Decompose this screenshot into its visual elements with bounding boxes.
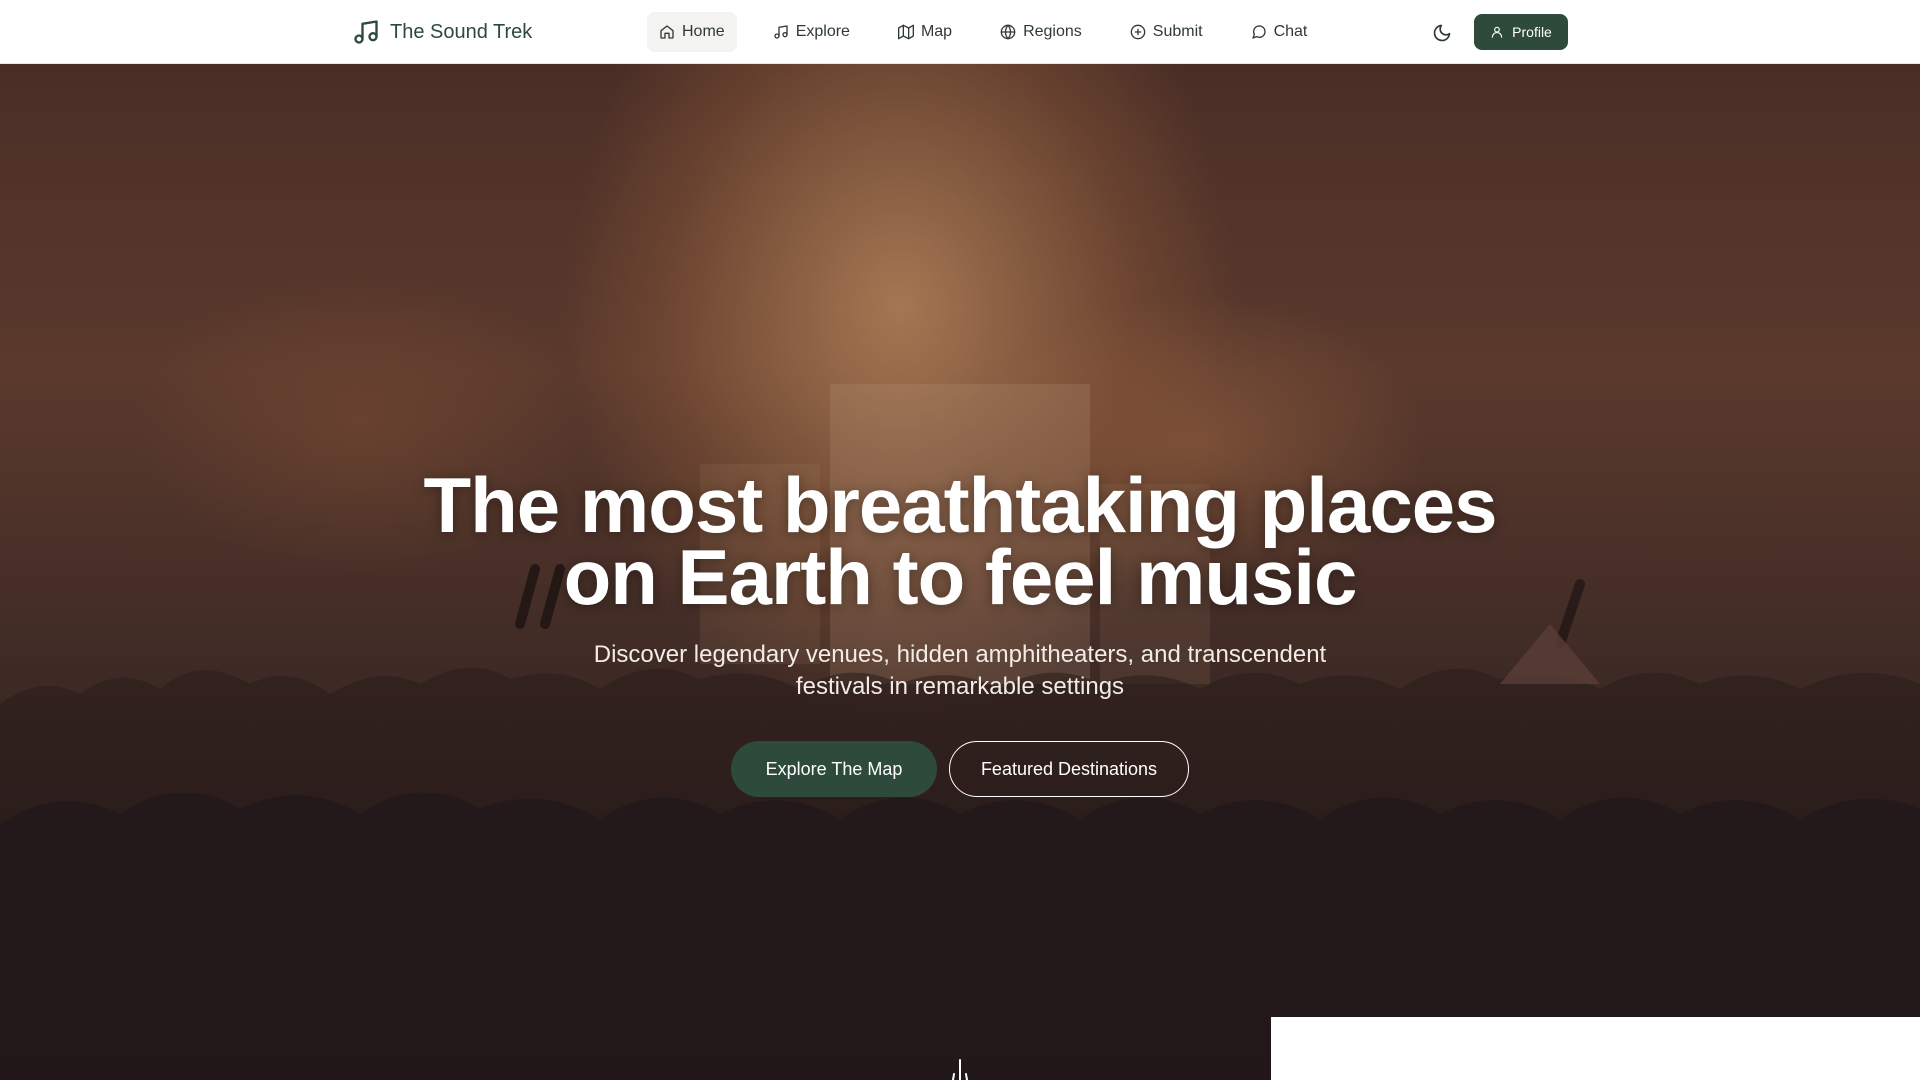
map-icon	[897, 24, 914, 40]
plus-circle-icon	[1130, 24, 1146, 40]
nav-item-label: Regions	[1023, 23, 1082, 40]
brand-name: The Sound Trek	[390, 20, 533, 43]
nav-item-label: Map	[920, 23, 953, 40]
hero-content: The most breathtaking places on Earth to…	[0, 461, 1920, 797]
hero-cta-row: Explore The Map Featured Destinations	[0, 741, 1920, 797]
music-note-icon	[354, 20, 378, 44]
profile-label: Profile	[1512, 24, 1552, 40]
hero-headline: The most breathtaking places on Earth to…	[0, 461, 1920, 621]
nav-item-explore[interactable]: Explore	[761, 12, 862, 52]
nav-links: Home Explore Map Regions Submit Chat	[647, 12, 1319, 52]
profile-button[interactable]: Profile	[1474, 14, 1568, 50]
user-icon	[1491, 26, 1503, 38]
chat-bubble-icon	[1251, 25, 1266, 39]
nav-item-chat[interactable]: Chat	[1239, 12, 1320, 52]
nav-item-map[interactable]: Map	[886, 12, 964, 52]
nav-item-regions[interactable]: Regions	[988, 12, 1094, 52]
moon-icon	[1433, 24, 1451, 42]
nav-item-label: Submit	[1152, 23, 1203, 40]
nav-item-label: Explore	[795, 23, 850, 40]
hero-section: The most breathtaking places on Earth to…	[0, 64, 1920, 1080]
nav-item-label: Home	[682, 23, 725, 40]
scroll-down-icon[interactable]	[951, 1058, 969, 1080]
hero-headline-line-1: The most breathtaking places	[423, 461, 1498, 549]
globe-icon	[1000, 24, 1016, 40]
music-note-icon	[774, 25, 788, 39]
nav-item-submit[interactable]: Submit	[1118, 12, 1215, 52]
nav-item-label: Chat	[1273, 23, 1308, 40]
featured-destinations-button[interactable]: Featured Destinations	[949, 741, 1189, 797]
content-panel-edge	[1271, 1017, 1920, 1080]
hero-subline: Discover legendary venues, hidden amphit…	[593, 641, 1327, 700]
home-icon	[660, 25, 674, 39]
brand-logo[interactable]: The Sound Trek	[352, 18, 532, 46]
explore-map-button[interactable]: Explore The Map	[731, 741, 937, 797]
hero-headline-line-2: on Earth to feel music	[563, 533, 1358, 621]
theme-toggle-button[interactable]	[1428, 19, 1456, 47]
nav-item-home[interactable]: Home	[647, 12, 737, 52]
top-navbar: The Sound Trek Home Explore Map Regions	[0, 0, 1920, 64]
